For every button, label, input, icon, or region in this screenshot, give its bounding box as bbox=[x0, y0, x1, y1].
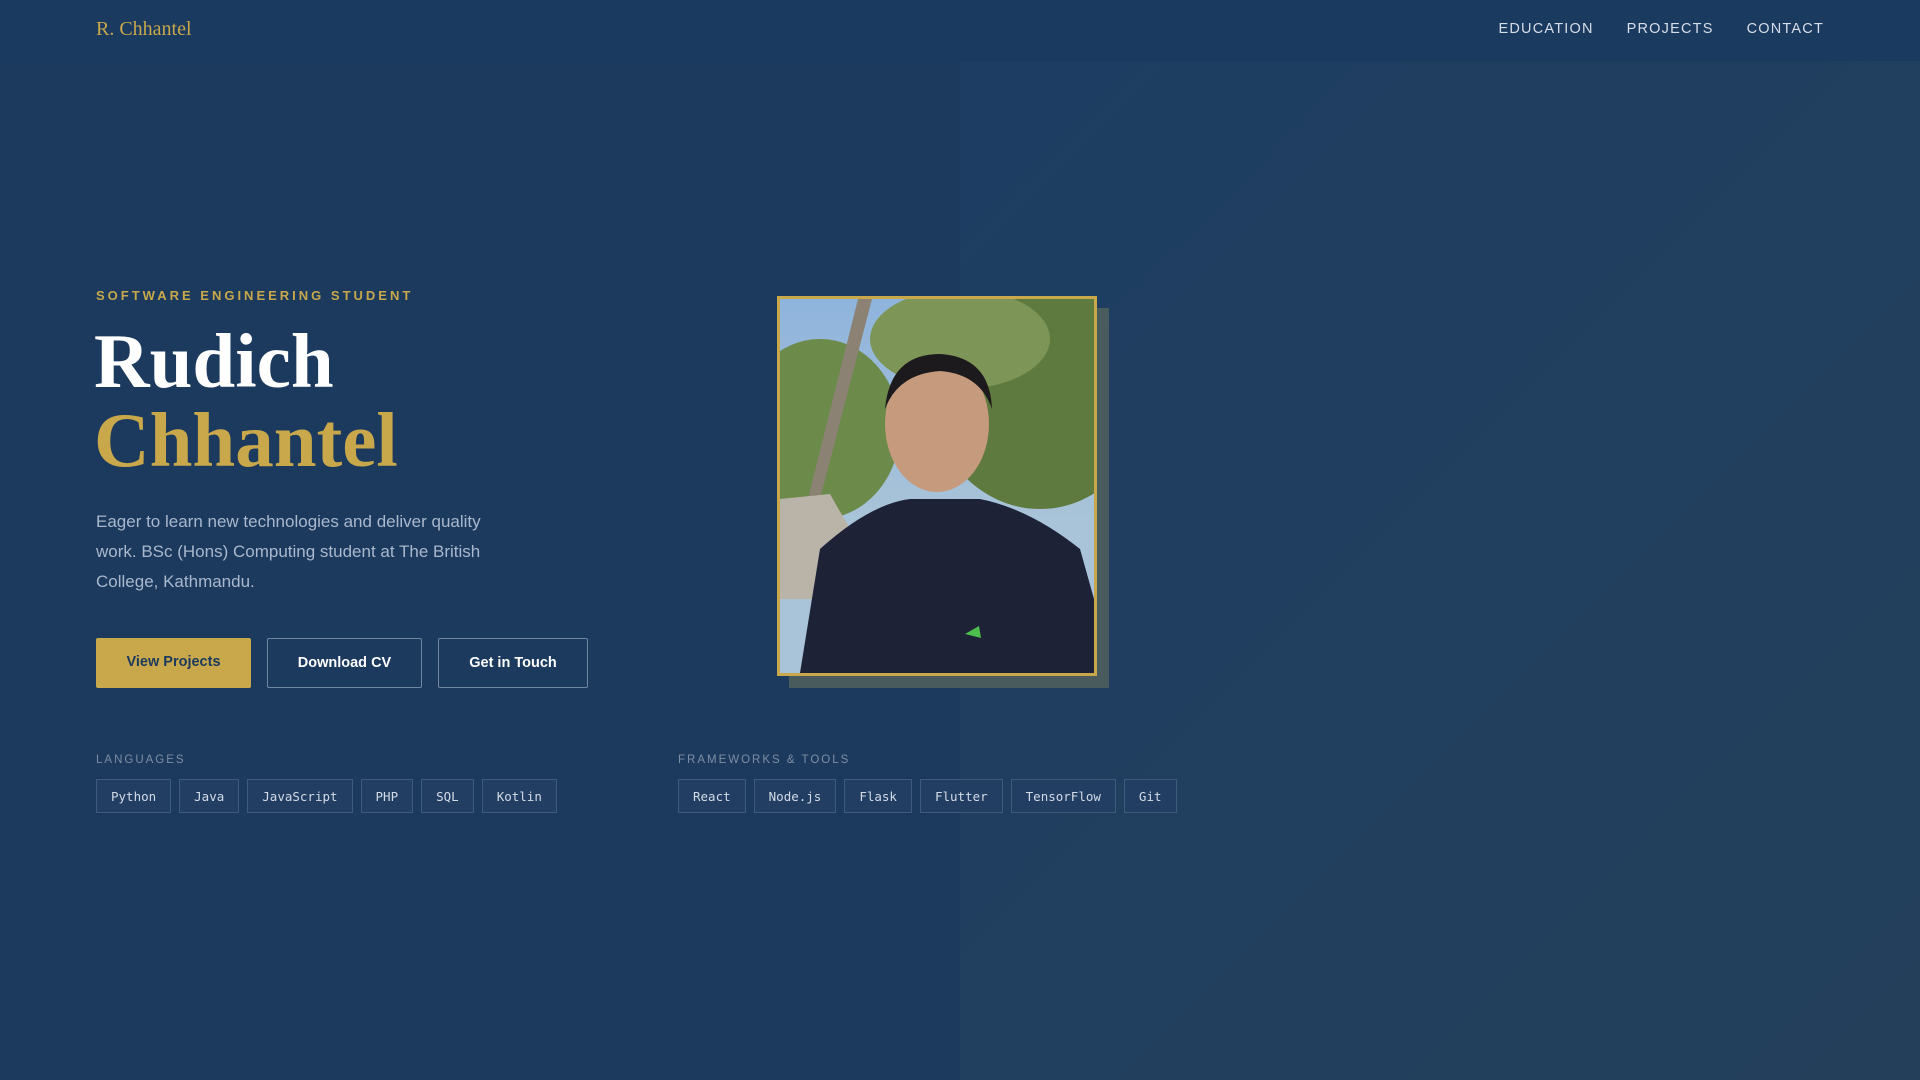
frameworks-label: FRAMEWORKS & TOOLS bbox=[678, 754, 851, 766]
download-cv-button[interactable]: Download CV bbox=[267, 638, 422, 688]
skill-tag: Git bbox=[1123, 779, 1177, 813]
skill-tag: SQL bbox=[421, 779, 474, 813]
languages-label: LANGUAGES bbox=[96, 754, 186, 766]
hero-description: Eager to learn new technologies and deli… bbox=[96, 512, 481, 591]
skill-tag: Java bbox=[179, 779, 240, 813]
nav-links: EDUCATION PROJECTS CONTACT bbox=[1499, 21, 1824, 37]
skill-tag: Flutter bbox=[919, 779, 1003, 813]
languages-section: LANGUAGES Python Java JavaScript PHP SQL… bbox=[96, 754, 557, 813]
view-projects-button[interactable]: View Projects bbox=[96, 638, 251, 688]
get-in-touch-button[interactable]: Get in Touch bbox=[438, 638, 588, 688]
skill-tag: TensorFlow bbox=[1010, 779, 1116, 813]
skill-tag: JavaScript bbox=[247, 779, 353, 813]
skill-tag: Node.js bbox=[753, 779, 837, 813]
profile-photo bbox=[777, 296, 1097, 676]
skill-tag: React bbox=[678, 779, 746, 813]
skill-tag: Kotlin bbox=[481, 779, 557, 813]
last-name: Chhantel bbox=[94, 397, 398, 483]
skill-tag: Flask bbox=[844, 779, 912, 813]
nav-contact[interactable]: CONTACT bbox=[1747, 21, 1824, 37]
hero-actions: View Projects Download CV Get in Touch bbox=[96, 638, 588, 688]
profile-photo-image bbox=[780, 299, 1094, 673]
brand-logo[interactable]: R. Chhantel bbox=[96, 18, 192, 41]
frameworks-section: FRAMEWORKS & TOOLS React Node.js Flask F… bbox=[678, 754, 1177, 813]
nav-projects[interactable]: PROJECTS bbox=[1627, 21, 1714, 37]
nav-education[interactable]: EDUCATION bbox=[1499, 21, 1594, 37]
first-name: Rudich bbox=[94, 318, 334, 404]
skill-tag: PHP bbox=[360, 779, 414, 813]
languages-tags: Python Java JavaScript PHP SQL Kotlin bbox=[96, 779, 557, 813]
frameworks-tags: React Node.js Flask Flutter TensorFlow G… bbox=[678, 779, 1177, 813]
top-nav: R. Chhantel EDUCATION PROJECTS CONTACT bbox=[0, 0, 1920, 61]
hero-eyebrow: SOFTWARE ENGINEERING STUDENT bbox=[96, 288, 414, 303]
hero-name: Rudich Chhantel bbox=[94, 322, 398, 480]
skill-tag: Python bbox=[96, 779, 172, 813]
